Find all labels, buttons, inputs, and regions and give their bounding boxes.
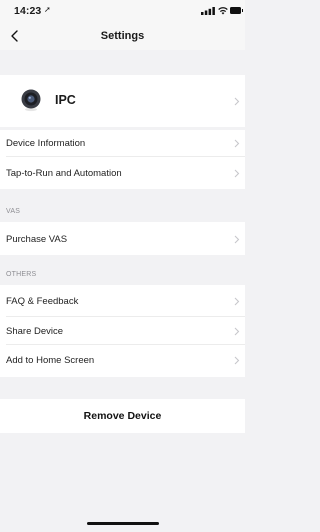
chevron-right-icon <box>234 139 240 148</box>
menu-item-label: FAQ & Feedback <box>6 296 79 307</box>
remove-device-label: Remove Device <box>83 410 162 422</box>
chevron-right-icon <box>234 356 240 365</box>
section-header-vas: VAS <box>6 208 21 215</box>
chevron-right-icon <box>234 327 240 336</box>
device-name: IPC <box>55 93 76 107</box>
menu-item-label: Tap-to-Run and Automation <box>6 168 122 179</box>
wifi-icon <box>218 7 228 15</box>
menu-item-add-home-screen[interactable]: Add to Home Screen <box>0 345 245 377</box>
menu-item-share-device[interactable]: Share Device <box>0 317 245 345</box>
menu-item-label: Device Information <box>6 138 86 149</box>
menu-item-label: Add to Home Screen <box>6 355 95 366</box>
menu-item-purchase-vas[interactable]: Purchase VAS <box>0 222 245 255</box>
location-icon: ➚ <box>44 5 51 14</box>
settings-screen: 14:23 ➚ Settings IPC Device Information … <box>0 0 245 532</box>
status-time: 14:23 <box>14 5 42 17</box>
nav-bar: Settings <box>0 22 245 50</box>
signal-icon <box>201 7 215 15</box>
menu-item-device-information[interactable]: Device Information <box>0 130 245 157</box>
section-header-others: OTHERS <box>6 271 37 278</box>
device-row[interactable]: IPC <box>0 75 245 127</box>
menu-item-faq-feedback[interactable]: FAQ & Feedback <box>0 285 245 317</box>
camera-icon <box>21 89 41 112</box>
menu-item-label: Share Device <box>6 326 64 337</box>
chevron-right-icon <box>234 297 240 306</box>
chevron-right-icon <box>234 169 240 178</box>
status-bar: 14:23 ➚ <box>0 0 245 22</box>
remove-device-button[interactable]: Remove Device <box>0 399 245 433</box>
chevron-right-icon <box>234 97 240 106</box>
home-indicator[interactable] <box>87 522 159 525</box>
menu-item-tap-to-run[interactable]: Tap-to-Run and Automation <box>0 157 245 189</box>
menu-item-label: Purchase VAS <box>6 234 68 245</box>
page-title: Settings <box>100 30 145 42</box>
battery-icon <box>230 7 243 14</box>
chevron-right-icon <box>234 235 240 244</box>
